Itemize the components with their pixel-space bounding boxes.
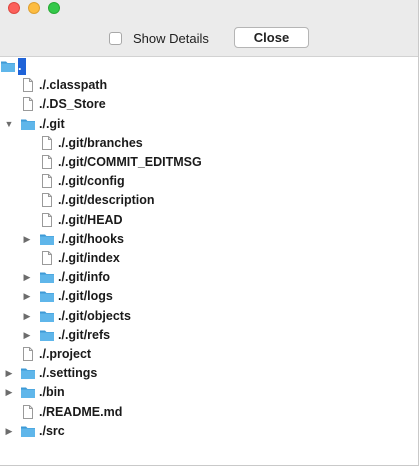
tree-file-row[interactable]: ./.git/config — [0, 172, 418, 191]
folder-icon — [39, 327, 55, 343]
tree-file-row[interactable]: ./.git/description — [0, 191, 418, 210]
tree-file-row[interactable]: ./.git/HEAD — [0, 211, 418, 230]
tree-folder-row[interactable]: . — [0, 57, 418, 76]
folder-icon — [20, 423, 36, 439]
tree-file-row[interactable]: ./.classpath — [0, 76, 418, 95]
file-icon — [39, 135, 55, 151]
folder-icon — [20, 384, 36, 400]
tree-folder-row[interactable]: ▶ ./.git/refs — [0, 326, 418, 345]
tree-item-label: ./README.md — [39, 404, 123, 419]
folder-icon — [20, 116, 36, 132]
disclosure-collapsed-icon[interactable]: ▶ — [22, 330, 32, 340]
tree-file-row[interactable]: ./.project — [0, 345, 418, 364]
tree-item-label: ./.git/HEAD — [58, 212, 123, 227]
tree-item-label: ./.git/COMMIT_EDITMSG — [58, 155, 202, 169]
tree-item-label: ./.git/objects — [58, 308, 131, 323]
tree-item-label: ./.git — [39, 116, 65, 131]
folder-icon — [39, 288, 55, 304]
tree-item-label: . — [18, 59, 22, 73]
tree-item-label: ./.git/refs — [58, 327, 111, 342]
close-button[interactable]: Close — [234, 27, 309, 48]
tree-file-row[interactable]: ./.git/COMMIT_EDITMSG — [0, 153, 418, 172]
title-bar — [0, 0, 418, 20]
tree-item-label: ./.git/description — [58, 193, 155, 208]
disclosure-collapsed-icon[interactable]: ▶ — [4, 387, 14, 397]
maximize-window-button[interactable] — [48, 2, 60, 14]
disclosure-collapsed-icon[interactable]: ▶ — [22, 234, 32, 244]
file-icon — [39, 212, 55, 228]
close-window-button[interactable] — [8, 2, 20, 14]
file-icon — [39, 154, 55, 170]
folder-icon — [0, 58, 16, 74]
tree-item-label: ./.settings — [39, 366, 98, 381]
tree-item-label: ./.git/branches — [58, 135, 143, 150]
file-tree-window: Show Details Close . ./.classpath ./.DS_St… — [0, 0, 419, 466]
folder-icon — [20, 365, 36, 381]
tree-item-label: ./.git/index — [58, 251, 120, 265]
tree-file-row[interactable]: ./.DS_Store — [0, 95, 418, 114]
file-icon — [39, 250, 55, 266]
tree-item-label: ./bin — [39, 385, 65, 400]
folder-icon — [39, 308, 55, 324]
tree-folder-row[interactable]: ▶ ./.git/logs — [0, 287, 418, 306]
tree-item-label: ./.git/info — [58, 270, 111, 285]
disclosure-collapsed-icon[interactable]: ▶ — [22, 311, 32, 321]
tree-folder-row[interactable]: ▶ ./.git/hooks — [0, 230, 418, 249]
tree-item-label: ./.git/hooks — [58, 231, 124, 246]
tree-folder-row[interactable]: ▶ ./bin — [0, 383, 418, 402]
disclosure-collapsed-icon[interactable]: ▶ — [22, 272, 32, 282]
file-tree: . ./.classpath ./.DS_Store ▼ ./.git ./.git/br… — [0, 57, 418, 465]
tree-item-label: ./src — [39, 423, 65, 438]
toolbar: Show Details Close — [0, 20, 418, 57]
show-details-checkbox[interactable] — [109, 32, 122, 45]
tree-file-row[interactable]: ./.git/index — [0, 249, 418, 268]
tree-item-label: ./.classpath — [39, 78, 108, 93]
tree-item-label: ./.git/config — [58, 174, 125, 189]
tree-item-label: ./.project — [39, 347, 92, 361]
tree-file-row[interactable]: ./README.md — [0, 403, 418, 422]
tree-folder-row[interactable]: ▶ ./.git/info — [0, 268, 418, 287]
tree-folder-row[interactable]: ▶ ./.git/objects — [0, 307, 418, 326]
file-icon — [20, 96, 36, 112]
disclosure-collapsed-icon[interactable]: ▶ — [22, 291, 32, 301]
folder-icon — [39, 231, 55, 247]
file-icon — [20, 346, 36, 362]
disclosure-expanded-icon[interactable]: ▼ — [4, 119, 14, 129]
tree-item-label: ./.git/logs — [58, 289, 113, 304]
minimize-window-button[interactable] — [28, 2, 40, 14]
show-details-label: Show Details — [133, 31, 209, 46]
disclosure-collapsed-icon[interactable]: ▶ — [4, 426, 14, 436]
disclosure-collapsed-icon[interactable]: ▶ — [4, 368, 14, 378]
tree-folder-row[interactable]: ▶ ./.settings — [0, 364, 418, 383]
tree-item-label: ./.DS_Store — [39, 97, 106, 112]
file-icon — [20, 77, 36, 93]
file-icon — [39, 173, 55, 189]
tree-folder-row[interactable]: ▶ ./src — [0, 422, 418, 441]
file-icon — [20, 404, 36, 420]
folder-icon — [39, 269, 55, 285]
file-icon — [39, 192, 55, 208]
tree-folder-row[interactable]: ▼ ./.git — [0, 115, 418, 134]
tree-file-row[interactable]: ./.git/branches — [0, 134, 418, 153]
